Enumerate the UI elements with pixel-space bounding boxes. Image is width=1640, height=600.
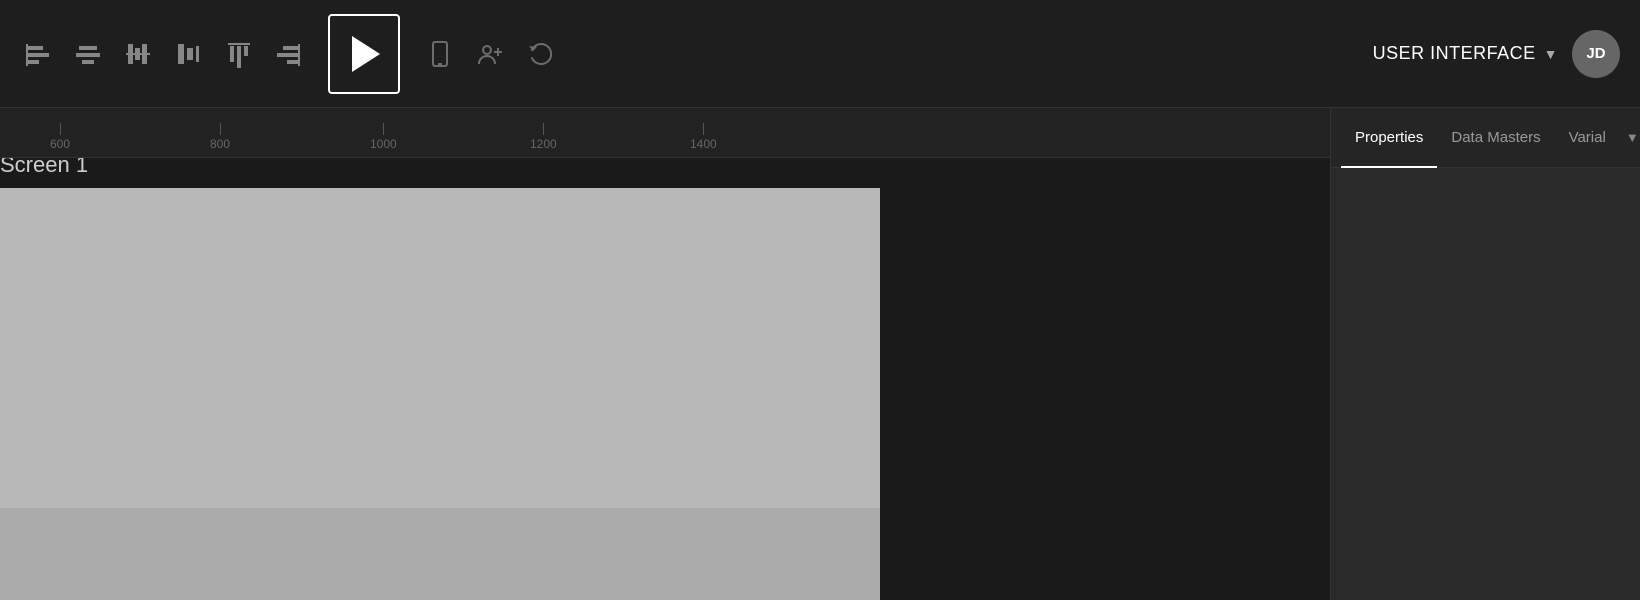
undo-button[interactable] (522, 36, 558, 72)
avatar[interactable]: JD (1572, 30, 1620, 78)
align-center-h-icon[interactable] (70, 36, 106, 72)
tab-varial[interactable]: Varial (1555, 108, 1620, 168)
align-top-icon[interactable] (220, 36, 256, 72)
project-name-label: USER INTERFACE (1373, 43, 1536, 64)
play-button[interactable] (328, 14, 400, 94)
project-dropdown-chevron: ▼ (1544, 46, 1558, 62)
panel-tabs-more-button[interactable]: ▼ (1620, 130, 1640, 145)
panel-content (1331, 168, 1640, 600)
ruler: 600 800 1000 1200 1400 (0, 108, 1330, 158)
artboard-bottom-section (0, 508, 880, 600)
toolbar-right: USER INTERFACE ▼ JD (1373, 30, 1620, 78)
tab-data-masters[interactable]: Data Masters (1437, 108, 1554, 168)
artboard: Screen 1 (0, 188, 880, 600)
tab-properties[interactable]: Properties (1341, 108, 1437, 168)
right-panel: Properties Data Masters Varial ▼ (1330, 108, 1640, 600)
panel-tabs-chevron: ▼ (1626, 130, 1639, 145)
artboard-label: Screen 1 (0, 158, 88, 178)
canvas-area: 600 800 1000 1200 1400 Screen 1 (0, 108, 1330, 600)
align-right-icon[interactable] (270, 36, 306, 72)
canvas-viewport[interactable]: Screen 1 (0, 158, 1330, 600)
align-middle-icon[interactable] (120, 36, 156, 72)
distribute-v-icon[interactable] (170, 36, 206, 72)
avatar-initials: JD (1586, 45, 1605, 62)
align-left-icon[interactable] (20, 36, 56, 72)
ruler-mark-1200: 1200 (530, 123, 557, 151)
ruler-mark-600: 600 (50, 123, 70, 151)
ruler-mark-800: 800 (210, 123, 230, 151)
play-icon (352, 36, 380, 72)
artboard-content (0, 188, 880, 508)
ruler-mark-1400: 1400 (690, 123, 717, 151)
main-content: 600 800 1000 1200 1400 Screen 1 (0, 108, 1640, 600)
project-name-button[interactable]: USER INTERFACE ▼ (1373, 43, 1558, 64)
add-user-button[interactable] (472, 36, 508, 72)
phone-preview-button[interactable] (422, 36, 458, 72)
ruler-mark-1000: 1000 (370, 123, 397, 151)
toolbar-left (20, 14, 1373, 94)
panel-tabs: Properties Data Masters Varial ▼ (1331, 108, 1640, 168)
toolbar: USER INTERFACE ▼ JD (0, 0, 1640, 108)
